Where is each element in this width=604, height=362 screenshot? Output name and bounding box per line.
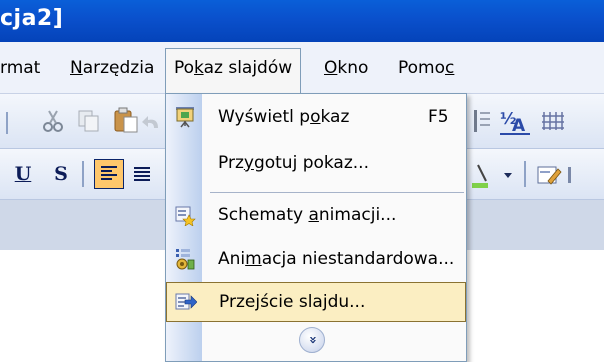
menu-narzedzia-accesskey: N	[70, 58, 83, 78]
menu-separator	[210, 192, 464, 193]
menu-bar: rmat Narzędzia Pokaz slajdów Okno Pomoc	[0, 42, 604, 94]
custom-animation-icon	[176, 249, 195, 270]
toolbar-separator	[82, 161, 84, 187]
menu-item-label: Animacja niestandardowa...	[218, 249, 455, 269]
align-center-icon[interactable]	[128, 161, 156, 189]
copy-icon[interactable]	[76, 108, 102, 134]
chevron-down-icon[interactable]	[500, 167, 516, 183]
menu-pomoc-accesskey: c	[445, 58, 455, 78]
menu-narzedzia[interactable]: Narzędzia	[70, 58, 154, 82]
menu-pomoc-label: Pomo	[398, 58, 446, 78]
font-size-icon[interactable]: ½ A	[498, 106, 534, 138]
menu-format[interactable]: rmat	[0, 58, 40, 82]
menu-okno-label: kno	[337, 58, 369, 78]
application-window: cja2] rmat Narzędzia Pokaz slajdów Okno …	[0, 0, 604, 362]
menu-okno-accesskey: O	[324, 58, 338, 78]
paste-icon[interactable]	[112, 106, 140, 134]
menu-item-animation-schemes[interactable]: Schematy animacji...	[166, 196, 466, 236]
menu-item-label: Przejście slajdu...	[219, 292, 366, 312]
window-title: cja2]	[0, 6, 64, 31]
expand-menu-button[interactable]: »	[299, 327, 325, 353]
text-align-icon[interactable]	[470, 106, 496, 136]
menu-pokaz-label-post: az slajdów	[203, 58, 293, 78]
menu-item-custom-animation[interactable]: Animacja niestandardowa...	[166, 240, 466, 280]
menu-item-label: Przygotuj pokaz...	[218, 153, 369, 173]
menu-narzedzia-label: arzędzia	[82, 58, 155, 78]
menu-okno[interactable]: Okno	[324, 58, 368, 82]
menu-format-label: rmat	[0, 58, 41, 78]
table-grid-icon[interactable]	[540, 108, 566, 134]
font-color-icon[interactable]	[468, 161, 498, 191]
slide-design-icon[interactable]	[534, 161, 564, 189]
menu-item-view-show[interactable]: Wyświetl pokaz F5	[166, 98, 466, 138]
menu-item-label: Wyświetl pokaz	[218, 107, 350, 127]
animation-scheme-icon	[175, 206, 196, 226]
menu-item-setup-show[interactable]: Przygotuj pokaz...	[166, 144, 466, 184]
menu-pokaz-slajdow[interactable]: Pokaz slajdów	[165, 48, 302, 94]
underline-button[interactable]: U	[8, 159, 38, 189]
toolbar-separator	[6, 112, 8, 134]
menu-pokaz-accesskey: k	[194, 58, 204, 78]
double-chevron-down-icon: »	[305, 335, 320, 345]
shadow-button[interactable]: S	[46, 159, 76, 189]
title-bar: cja2]	[0, 0, 604, 42]
cut-icon[interactable]	[40, 108, 66, 134]
menu-item-shortcut: F5	[428, 107, 449, 127]
align-left-icon	[101, 166, 117, 180]
menu-pomoc[interactable]: Pomoc	[398, 58, 454, 82]
align-left-button[interactable]	[94, 159, 124, 189]
menu-item-label: Schematy animacji...	[218, 205, 397, 225]
toolbar-overflow-icon[interactable]	[566, 163, 582, 187]
menu-item-slide-transition[interactable]: Przejście slajdu...	[166, 282, 466, 322]
undo-icon[interactable]	[140, 112, 162, 134]
toolbar-separator	[524, 161, 526, 187]
slideshow-dropdown-menu: Wyświetl pokaz F5 Przygotuj pokaz... Sch…	[165, 93, 467, 362]
slide-transition-icon	[175, 293, 197, 310]
menu-pokaz-label-pre: Po	[174, 58, 195, 78]
slideshow-icon	[176, 107, 194, 128]
